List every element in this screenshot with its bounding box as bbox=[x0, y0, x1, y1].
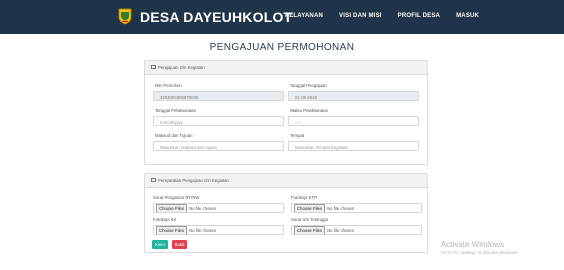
no-file-text: No file chosen bbox=[327, 227, 355, 233]
date-request-label: Tanggal Pengajuan bbox=[290, 83, 327, 88]
no-file-text: No file chosen bbox=[189, 227, 217, 233]
purpose-field[interactable]: Masukkan maksud dan tujuan bbox=[153, 141, 284, 151]
file-input-pengantar[interactable]: Choose Files No file chosen bbox=[153, 203, 284, 213]
time-label: Waktu Pelaksanaan bbox=[290, 108, 329, 113]
list-icon bbox=[151, 65, 156, 70]
nik-field[interactable]: 3204080305970030 bbox=[153, 91, 284, 101]
list-icon bbox=[151, 178, 156, 183]
purpose-label: Maksud dan Tujuan bbox=[155, 133, 193, 138]
choose-files-button[interactable]: Choose Files bbox=[294, 226, 326, 234]
nav-menu: PELAYANAN VISI DAN MISI PROFIL DESA MASU… bbox=[285, 13, 495, 19]
file-label-ktp: Fotokopi KTP bbox=[291, 195, 318, 200]
nav-item-masuk[interactable]: MASUK bbox=[456, 13, 479, 19]
cancel-button[interactable]: Batal bbox=[172, 240, 187, 249]
file-input-ktp[interactable]: Choose Files No file chosen bbox=[291, 203, 422, 213]
time-field[interactable]: --:-- bbox=[288, 116, 419, 126]
brand[interactable]: DESA DAYEUHKOLOT bbox=[118, 8, 292, 25]
file-label-pengantar: Surat Pengantar RT/RW bbox=[153, 195, 200, 200]
choose-files-button[interactable]: Choose Files bbox=[156, 204, 188, 212]
choose-files-button[interactable]: Choose Files bbox=[294, 204, 326, 212]
place-label: Tempat bbox=[290, 133, 305, 138]
file-label-tetangga: Surat Izin Tetangga bbox=[291, 217, 328, 222]
date-request-field[interactable]: 01-08-2019 bbox=[288, 91, 419, 101]
village-logo-icon bbox=[118, 8, 132, 25]
page-title: PENGAJUAN PERMOHONAN bbox=[209, 42, 355, 53]
choose-files-button[interactable]: Choose Files bbox=[156, 226, 188, 234]
watermark-title: Activate Windows bbox=[441, 240, 505, 249]
nav-item-visi-misi[interactable]: VISI DAN MISI bbox=[339, 13, 382, 19]
request-card-header: Pengajuan Izin Kegiatan bbox=[145, 61, 427, 75]
no-file-text: No file chosen bbox=[189, 205, 217, 211]
activate-windows-watermark: Activate Windows Go to PC settings to ac… bbox=[441, 240, 519, 255]
request-form-card: Pengajuan Izin Kegiatan NIK Pemohon 3204… bbox=[144, 60, 428, 165]
no-file-text: No file chosen bbox=[327, 205, 355, 211]
requirements-card-title: Persyaratan Pengajuan Izin Kegiatan bbox=[158, 178, 229, 183]
place-field[interactable]: Masukkan Tempat Kegiatan bbox=[288, 141, 419, 151]
request-card-title: Pengajuan Izin Kegiatan bbox=[158, 65, 205, 70]
navbar: DESA DAYEUHKOLOT PELAYANAN VISI DAN MISI… bbox=[0, 0, 564, 34]
submit-button[interactable]: Kirim bbox=[152, 240, 168, 249]
requirements-card: Persyaratan Pengajuan Izin Kegiatan Sura… bbox=[144, 173, 428, 253]
brand-title: DESA DAYEUHKOLOT bbox=[140, 8, 293, 25]
nav-item-profil-desa[interactable]: PROFIL DESA bbox=[398, 13, 440, 19]
watermark-subtitle: Go to PC settings to activate Windows. bbox=[441, 250, 519, 255]
date-event-label: Tanggal Pelaksanaan bbox=[155, 108, 197, 113]
nav-item-pelayanan[interactable]: PELAYANAN bbox=[285, 13, 323, 19]
file-label-kk: Fotokopi KK bbox=[153, 217, 177, 222]
file-input-tetangga[interactable]: Choose Files No file chosen bbox=[291, 225, 422, 235]
date-event-field[interactable]: mm/dd/yyyy bbox=[153, 116, 284, 126]
file-input-kk[interactable]: Choose Files No file chosen bbox=[153, 225, 284, 235]
requirements-card-header: Persyaratan Pengajuan Izin Kegiatan bbox=[145, 174, 427, 188]
nik-label: NIK Pemohon bbox=[155, 83, 182, 88]
